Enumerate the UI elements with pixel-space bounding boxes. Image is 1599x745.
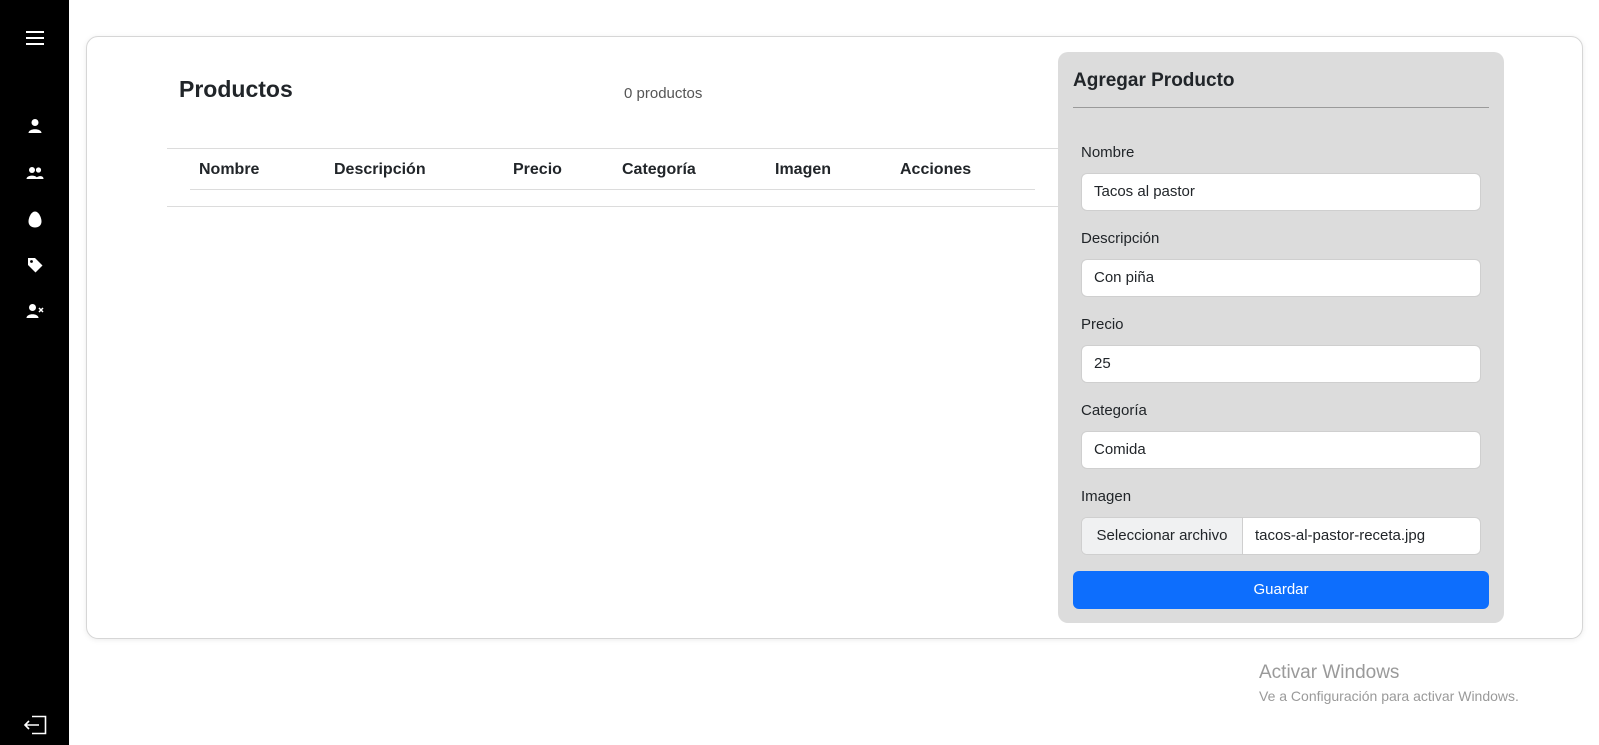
selected-file-name: tacos-al-pastor-receta.jpg	[1255, 527, 1426, 544]
logout-icon[interactable]	[0, 713, 69, 737]
save-button[interactable]: Guardar	[1073, 571, 1489, 609]
column-header-precio[interactable]: Precio	[513, 161, 562, 179]
sidebar	[0, 0, 69, 745]
precio-input[interactable]: 25	[1081, 345, 1481, 383]
page-title: Productos	[179, 76, 293, 102]
imagen-file-input[interactable]: Seleccionar archivo tacos-al-pastor-rece…	[1081, 517, 1481, 555]
panel-divider	[1073, 107, 1489, 108]
product-count: 0 productos	[624, 85, 703, 102]
panel-title: Agregar Producto	[1073, 70, 1235, 91]
menu-icon[interactable]	[0, 26, 69, 50]
nombre-label: Nombre	[1081, 144, 1135, 161]
table-header-divider	[190, 189, 1035, 190]
windows-watermark-subtitle: Ve a Configuración para activar Windows.	[1259, 688, 1519, 704]
select-file-button[interactable]: Seleccionar archivo	[1082, 518, 1243, 554]
egg-icon[interactable]	[0, 209, 69, 229]
column-header-acciones[interactable]: Acciones	[900, 161, 971, 179]
users-icon[interactable]	[0, 163, 69, 183]
table-bottom-border	[167, 206, 1058, 207]
categoria-input[interactable]: Comida	[1081, 431, 1481, 469]
column-header-descripcion[interactable]: Descripción	[334, 161, 426, 179]
descripcion-label: Descripción	[1081, 230, 1160, 247]
precio-label: Precio	[1081, 316, 1124, 333]
windows-watermark-title: Activar Windows	[1259, 662, 1400, 683]
column-header-nombre[interactable]: Nombre	[199, 161, 259, 179]
column-header-categoria[interactable]: Categoría	[622, 161, 696, 179]
table-top-border	[167, 148, 1058, 149]
tag-icon[interactable]	[0, 255, 69, 275]
nombre-input[interactable]: Tacos al pastor	[1081, 173, 1481, 211]
user-icon[interactable]	[0, 116, 69, 136]
user-x-icon[interactable]	[0, 301, 69, 321]
categoria-label: Categoría	[1081, 402, 1147, 419]
imagen-label: Imagen	[1081, 488, 1132, 505]
column-header-imagen[interactable]: Imagen	[775, 161, 831, 179]
descripcion-input[interactable]: Con piña	[1081, 259, 1481, 297]
